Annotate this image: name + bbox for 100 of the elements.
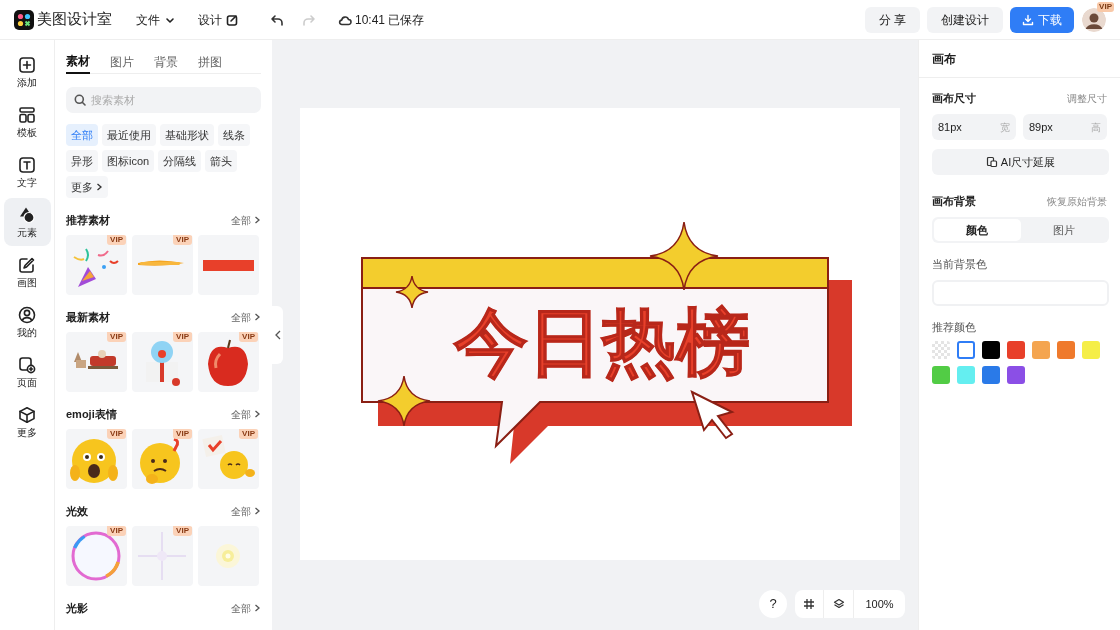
app-name: 美图设计室 (37, 9, 112, 30)
filter-chip[interactable]: 最近使用 (102, 124, 156, 146)
page-add-icon (18, 355, 36, 374)
see-all-link[interactable]: 全部 (231, 406, 261, 422)
logo-icon (14, 9, 34, 30)
rail-item[interactable]: 页面 (3, 348, 51, 396)
color-swatch[interactable] (957, 366, 975, 384)
download-button[interactable]: 下载 (1010, 6, 1074, 33)
see-all-link[interactable]: 全部 (231, 503, 261, 519)
search-icon (74, 94, 86, 106)
cloud-icon (338, 13, 352, 26)
rail-item[interactable]: 元素 (3, 198, 51, 246)
filter-chip[interactable]: 线条 (218, 124, 250, 146)
transparent-swatch[interactable] (932, 341, 950, 359)
chevron-right-icon (253, 215, 261, 225)
section-link[interactable]: 恢复原始背景 (1047, 193, 1107, 209)
toolbar-button[interactable]: 分 享 (864, 6, 920, 33)
help-button[interactable]: ? (759, 590, 787, 618)
filter-chip[interactable]: 箭头 (205, 150, 238, 172)
rail-item[interactable]: 我的 (3, 298, 51, 346)
user-icon (18, 305, 36, 324)
toolbar-button[interactable]: 创建设计 (927, 6, 1003, 33)
color-swatch[interactable] (932, 366, 950, 384)
color-swatch[interactable] (957, 341, 975, 359)
size-field[interactable]: 81px 宽 (932, 114, 1016, 140)
ai-resize-button[interactable]: AI尺寸延展 (932, 149, 1109, 175)
segment-tab[interactable]: 图片 (1020, 219, 1107, 241)
hash-icon (803, 598, 815, 610)
panel-tab[interactable]: 素材 (66, 50, 90, 74)
chevron-left-icon (274, 330, 281, 340)
section-title: 光效 (66, 503, 88, 519)
filter-chip[interactable]: 基础形状 (160, 124, 214, 146)
vip-badge: VIP (1097, 1, 1114, 12)
collapse-handle[interactable] (272, 306, 283, 364)
filter-chip[interactable]: 更多 (66, 176, 108, 198)
segment-tab[interactable]: 颜色 (934, 219, 1021, 241)
color-swatch[interactable] (982, 341, 1000, 359)
field-label: 推荐颜色 (932, 319, 977, 335)
headline-text: 今日热榜 (454, 299, 750, 385)
edit-icon (226, 13, 238, 26)
search-field[interactable]: 搜索素材 (66, 87, 261, 113)
vip-badge: VIP (239, 429, 258, 439)
vip-badge: VIP (107, 235, 126, 245)
section-title: emoji表情 (66, 406, 117, 422)
chevron-right-icon (95, 182, 103, 192)
resize-icon (985, 156, 998, 168)
add-icon (18, 55, 36, 74)
filter-chip[interactable]: 异形 (66, 150, 98, 172)
rail-item[interactable]: 画图 (3, 248, 51, 296)
menu-button[interactable]: 文件 (136, 10, 176, 29)
vip-badge: VIP (173, 235, 192, 245)
panel-tab[interactable]: 背景 (154, 50, 178, 74)
avatar[interactable] (1082, 7, 1106, 32)
chevron-right-icon (253, 409, 261, 419)
filter-chip[interactable]: 图标icon (102, 150, 155, 172)
see-all-link[interactable]: 全部 (231, 600, 261, 616)
cube-icon (18, 405, 36, 424)
zoom-level[interactable]: 100% (853, 590, 905, 618)
color-swatch[interactable] (982, 366, 1000, 384)
download-icon (1022, 13, 1034, 26)
rail-item[interactable]: 文字 (3, 148, 51, 196)
panel-title: 画布 (919, 40, 1120, 78)
chevron-right-icon (253, 603, 261, 613)
section-title: 画布尺寸 (932, 90, 976, 106)
see-all-link[interactable]: 全部 (231, 309, 261, 325)
rail-item[interactable]: 模板 (3, 98, 51, 146)
panel-tab[interactable]: 图片 (110, 50, 134, 74)
color-swatch[interactable] (1057, 341, 1075, 359)
section-title: 光影 (66, 600, 88, 616)
section-link[interactable]: 调整尺寸 (1067, 90, 1107, 106)
color-swatch[interactable] (1032, 341, 1050, 359)
section-title: 推荐素材 (66, 212, 110, 228)
save-status: 10:41 已保存 (355, 11, 425, 29)
layers-icon (832, 598, 845, 610)
see-all-link[interactable]: 全部 (231, 212, 261, 228)
vip-badge: VIP (173, 526, 192, 536)
panel-tab[interactable]: 拼图 (198, 50, 222, 74)
section-title: 最新素材 (66, 309, 110, 325)
rail-item[interactable]: 更多 (3, 398, 51, 446)
filter-chip[interactable]: 分隔线 (158, 150, 202, 172)
shapes-icon (18, 205, 36, 224)
size-field[interactable]: 89px 高 (1023, 114, 1107, 140)
filter-chip[interactable]: 全部 (66, 124, 98, 146)
menu-button[interactable]: 设计 (198, 10, 238, 29)
text-icon (18, 155, 36, 174)
field-label: 当前背景色 (932, 257, 988, 272)
layout-icon (18, 105, 36, 124)
color-swatch[interactable] (1007, 341, 1025, 359)
vip-badge: VIP (107, 429, 126, 439)
color-swatch[interactable] (1082, 341, 1100, 359)
vip-badge: VIP (239, 332, 258, 342)
vip-badge: VIP (107, 332, 126, 342)
vip-badge: VIP (173, 332, 192, 342)
vip-badge: VIP (173, 429, 192, 439)
edit-icon (18, 255, 36, 274)
rail-item[interactable]: 添加 (3, 48, 51, 96)
color-swatch[interactable] (1007, 366, 1025, 384)
section-title: 画布背景 (932, 193, 976, 209)
undo-icon[interactable] (270, 12, 284, 27)
chevron-right-icon (253, 506, 261, 516)
